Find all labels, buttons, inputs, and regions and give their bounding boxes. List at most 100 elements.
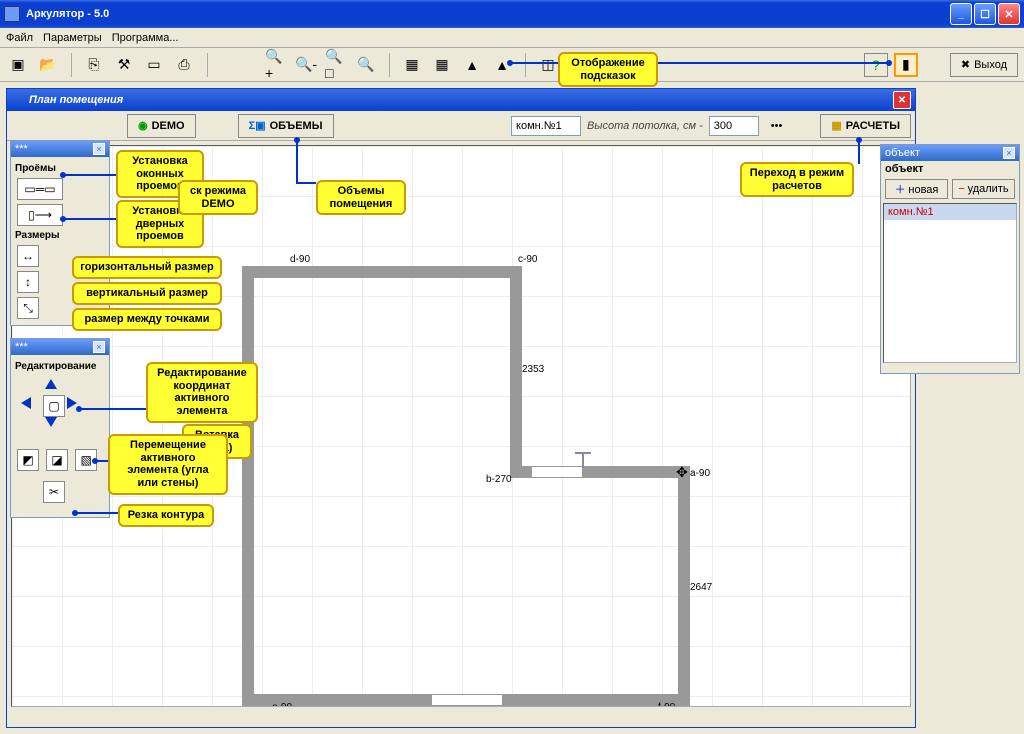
object-delete-button[interactable]: − удалить: [952, 179, 1015, 199]
label-d90: d-90: [290, 254, 310, 265]
layer2-icon[interactable]: ▦: [430, 53, 454, 77]
zoom-out-icon[interactable]: 🔍-: [294, 53, 318, 77]
connector-dot: [886, 60, 892, 66]
room-name-input[interactable]: [511, 116, 581, 136]
callout-calc: Переход в режим расчетов: [740, 162, 854, 197]
connector-dot: [72, 510, 78, 516]
window-opening-button[interactable]: ▭═▭: [17, 178, 63, 200]
dims-label: Размеры: [15, 230, 105, 241]
connector: [80, 408, 146, 410]
calc-label: РАСЧЕТЫ: [846, 120, 900, 132]
panel-close-icon[interactable]: ×: [1003, 147, 1015, 159]
demo-button[interactable]: ◉ DEMO: [127, 114, 196, 138]
zoom-fit-icon[interactable]: 🔍□: [324, 53, 348, 77]
close-button[interactable]: ✕: [998, 3, 1020, 25]
list-item[interactable]: комн.№1: [884, 204, 1016, 220]
callout-cut-contour: Резка контура: [118, 504, 214, 527]
help2-icon[interactable]: ?: [864, 53, 888, 77]
label-c90: c-90: [518, 254, 537, 265]
tool-print-icon[interactable]: ⎙: [172, 53, 196, 77]
drag-handle-icon[interactable]: ✥: [676, 464, 688, 481]
zoom-search-icon[interactable]: 🔍: [354, 53, 378, 77]
dim-2647: 2647: [690, 582, 712, 593]
plan-title: План помещения: [29, 94, 123, 106]
callout-tooltip: Отображение подсказок: [558, 52, 658, 87]
edit-panel-head[interactable]: *** ×: [11, 339, 109, 355]
connector: [510, 62, 558, 64]
main-titlebar: Аркулятор - 5.0 _ ☐ ✕: [0, 0, 1024, 28]
volumes-icon: Σ▣: [249, 119, 266, 132]
wall: [678, 466, 690, 706]
connector-dot: [856, 137, 862, 143]
callout-edit-coords: Редактирование координат активного элеме…: [146, 362, 258, 423]
callout-volumes: Объемы помещения: [316, 180, 406, 215]
menu-program[interactable]: Программа...: [112, 32, 179, 44]
opening: [432, 694, 502, 706]
move-left-icon[interactable]: [21, 397, 31, 409]
volumes-button[interactable]: Σ▣ ОБЪЕМЫ: [238, 114, 334, 138]
cut-contour-button[interactable]: ✂: [43, 481, 65, 503]
edit-panel: *** × Редактирование ▢ ◩ ◪ ▧ ✂: [10, 338, 110, 518]
connector: [296, 182, 316, 184]
move-up-icon[interactable]: [45, 379, 57, 389]
callout-hdim: горизонтальный размер: [72, 256, 222, 279]
exit-icon: ✖: [961, 58, 970, 71]
connector: [858, 140, 860, 164]
more-icon[interactable]: •••: [765, 120, 789, 132]
vdim-button[interactable]: ↕: [17, 271, 39, 293]
tool-hammer-icon[interactable]: ⚒: [112, 53, 136, 77]
door-opening-button[interactable]: ▯⟶: [17, 204, 63, 226]
connector: [64, 174, 116, 176]
tool-copy-icon[interactable]: ⎘: [82, 53, 106, 77]
minimize-button[interactable]: _: [950, 3, 972, 25]
move-down-icon[interactable]: [45, 417, 57, 427]
connector-dot: [76, 406, 82, 412]
object-panel-title: объект: [885, 147, 920, 159]
panel-close-icon[interactable]: ×: [93, 341, 105, 353]
tool-ruler-icon[interactable]: ▭: [142, 53, 166, 77]
panel-head-label: ***: [15, 143, 28, 155]
hdim-button[interactable]: ↔: [17, 245, 39, 267]
object-list[interactable]: комн.№1: [883, 203, 1017, 363]
tool-open-icon[interactable]: 📂: [36, 53, 60, 77]
wall: [242, 266, 522, 278]
center-marker: [575, 452, 591, 468]
delete-corner-button[interactable]: ◪: [46, 449, 68, 471]
callout-vdim: вертикальный размер: [72, 282, 222, 305]
ceiling-label: Высота потолка, см -: [587, 120, 703, 132]
panel-close-icon[interactable]: ×: [93, 143, 105, 155]
plan-icon: [11, 93, 25, 107]
connector: [658, 62, 888, 64]
callout-demo: ск режима DEMO: [178, 180, 258, 215]
wall: [242, 266, 254, 706]
center-button[interactable]: ▢: [43, 395, 65, 417]
zoom-in-icon[interactable]: 🔍+: [264, 53, 288, 77]
exit-button[interactable]: ✖ Выход: [950, 53, 1018, 77]
edit-label: Редактирование: [15, 361, 105, 372]
flag1-icon[interactable]: ▲: [460, 53, 484, 77]
object-panel: объект × объект ＋ новая − удалить комн.№…: [880, 144, 1020, 374]
menu-file[interactable]: Файл: [6, 32, 33, 44]
wall: [510, 266, 522, 466]
tooltip-toggle-button[interactable]: ▮: [894, 53, 918, 77]
ptdim-button[interactable]: ⤡: [17, 297, 39, 319]
calc-icon: ▦: [831, 119, 841, 132]
maximize-button[interactable]: ☐: [974, 3, 996, 25]
tool-new-icon[interactable]: ▣: [6, 53, 30, 77]
calc-button[interactable]: ▦ РАСЧЕТЫ: [820, 114, 911, 138]
demo-label: DEMO: [152, 120, 185, 132]
plan-titlebar: План помещения ✕: [7, 89, 915, 111]
object-new-button[interactable]: ＋ новая: [885, 179, 948, 199]
object-panel-head[interactable]: объект ×: [881, 145, 1019, 161]
plan-close-button[interactable]: ✕: [893, 91, 911, 109]
insert-corner-button[interactable]: ◩: [17, 449, 39, 471]
app-icon: [4, 6, 20, 22]
callout-ptdim: размер между точками: [72, 308, 222, 331]
openings-panel-head[interactable]: *** ×: [11, 141, 109, 157]
panel-toggle-icon[interactable]: ◫: [536, 53, 560, 77]
callout-move-active: Перемещение активного элемента (угла или…: [108, 434, 228, 495]
layer1-icon[interactable]: ▦: [400, 53, 424, 77]
menu-params[interactable]: Параметры: [43, 32, 102, 44]
demo-icon: ◉: [138, 119, 148, 132]
ceiling-input[interactable]: [709, 116, 759, 136]
